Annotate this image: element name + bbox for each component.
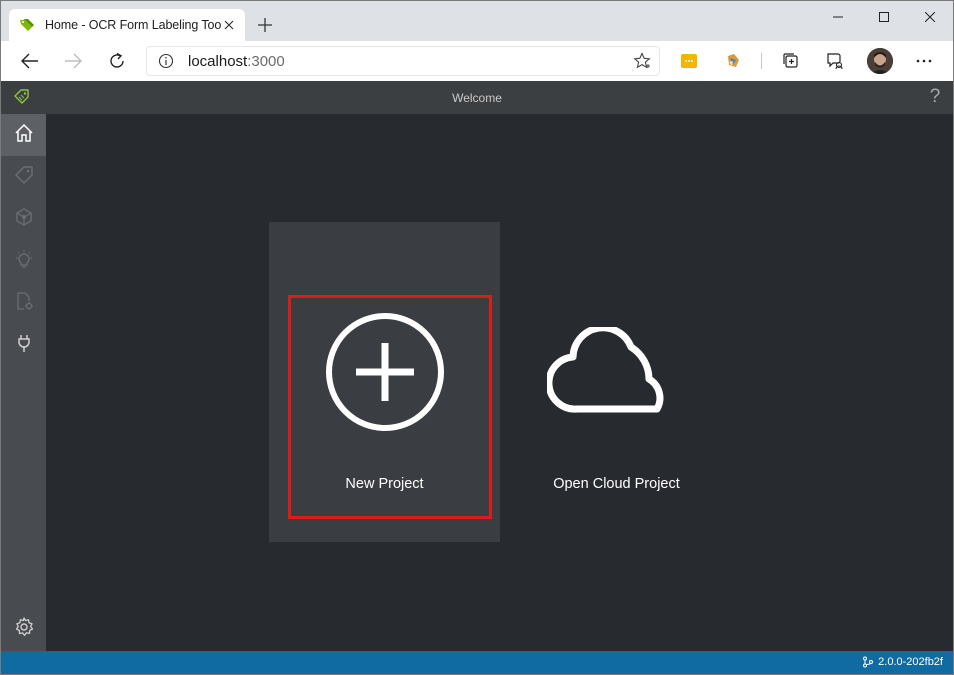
- sidebar-item-tags[interactable]: [1, 156, 46, 198]
- tag-icon: [14, 165, 34, 190]
- browser-window: Home - OCR Form Labeling Tool localhost:…: [0, 0, 954, 675]
- avatar[interactable]: [867, 48, 893, 74]
- url-text[interactable]: localhost:3000: [188, 53, 632, 70]
- minimize-button[interactable]: [815, 1, 861, 33]
- sidebar-item-app-settings[interactable]: [1, 608, 46, 650]
- gear-icon: [13, 616, 35, 643]
- app-area: Welcome ? New Project Open Cloud Project…: [1, 81, 953, 674]
- refresh-button[interactable]: [103, 47, 131, 75]
- page-title: Welcome: [452, 91, 502, 105]
- open-cloud-project-card[interactable]: Open Cloud Project: [501, 222, 732, 542]
- new-tab-button[interactable]: [255, 15, 275, 35]
- address-bar[interactable]: localhost:3000: [146, 46, 660, 76]
- collections-icon[interactable]: [777, 47, 805, 75]
- favorite-star-icon[interactable]: [632, 51, 652, 71]
- cloud-icon: [501, 310, 732, 434]
- browser-tab[interactable]: Home - OCR Form Labeling Tool: [9, 9, 245, 41]
- sidebar: [1, 114, 46, 651]
- more-menu-icon[interactable]: [910, 47, 938, 75]
- sidebar-item-predict[interactable]: [1, 240, 46, 282]
- tab-title: Home - OCR Form Labeling Tool: [45, 18, 221, 32]
- extension-chat-icon[interactable]: [675, 47, 703, 75]
- home-icon: [14, 123, 34, 148]
- model-icon: [14, 207, 34, 232]
- extension-bug-icon[interactable]: [719, 47, 747, 75]
- tab-strip: Home - OCR Form Labeling Tool: [1, 1, 953, 41]
- app-titlebar: Welcome ?: [1, 81, 953, 114]
- branch-icon: [863, 656, 874, 668]
- plug-icon: [14, 333, 34, 358]
- lightbulb-icon: [14, 249, 34, 274]
- sidebar-item-model[interactable]: [1, 198, 46, 240]
- maximize-button[interactable]: [861, 1, 907, 33]
- toolbar-separator: [761, 53, 762, 69]
- document-settings-icon: [14, 291, 34, 316]
- version-text: 2.0.0-202fb2f: [878, 656, 943, 668]
- close-icon[interactable]: [221, 17, 237, 33]
- highlight-box: [288, 295, 492, 519]
- help-icon[interactable]: ?: [925, 86, 945, 108]
- info-icon[interactable]: [158, 53, 174, 69]
- window-close-button[interactable]: [907, 1, 953, 33]
- sidebar-item-settings-doc[interactable]: [1, 282, 46, 324]
- browser-toolbar: localhost:3000: [1, 41, 953, 81]
- feedback-icon[interactable]: [821, 47, 849, 75]
- url-host: localhost: [188, 52, 248, 70]
- url-port: :3000: [247, 52, 285, 70]
- status-bar: 2.0.0-202fb2f: [1, 651, 953, 674]
- sidebar-item-connections[interactable]: [1, 324, 46, 366]
- sidebar-item-home[interactable]: [1, 114, 46, 156]
- tag-icon: [19, 17, 35, 33]
- forward-button[interactable]: [59, 47, 87, 75]
- open-cloud-project-label: Open Cloud Project: [553, 476, 680, 492]
- version-info: 2.0.0-202fb2f: [862, 656, 943, 668]
- back-button[interactable]: [16, 47, 44, 75]
